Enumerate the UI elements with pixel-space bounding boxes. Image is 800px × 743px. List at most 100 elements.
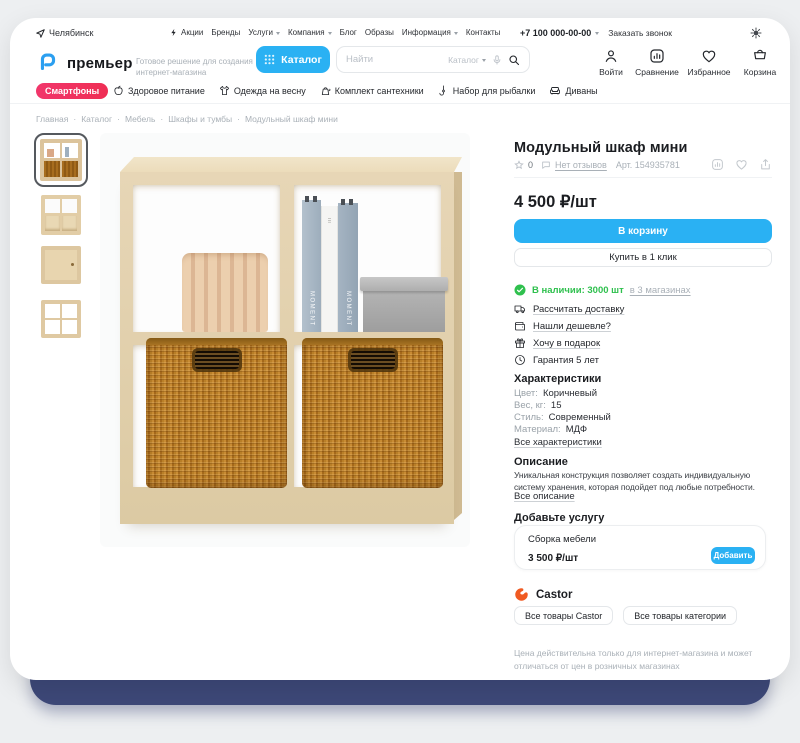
stock-status: В наличии: 3000 шт в 3 магазинах (514, 284, 772, 296)
favorites-button[interactable]: Избранное (681, 48, 737, 77)
thumbnail-1[interactable] (34, 133, 88, 187)
reviews-link[interactable]: Нет отзывов (555, 160, 607, 170)
compare-icon (649, 48, 665, 64)
city-selector[interactable]: Челябинск (36, 28, 93, 38)
nav-informaciya[interactable]: Информация (402, 28, 458, 37)
spec-row-material: Материал:МДФ (514, 424, 772, 435)
product-title: Модульный шкаф мини (514, 140, 772, 156)
specs-header: Характеристики (514, 373, 772, 385)
service-price: 3 500 ₽/шт (528, 553, 578, 564)
service-add-button[interactable]: Добавить (711, 547, 755, 564)
spec-row-color: Цвет:Коричневый (514, 388, 772, 399)
add-to-cart-button[interactable]: В корзину (514, 219, 772, 243)
sku: Арт. 154935781 (616, 160, 680, 170)
kettle-icon (320, 85, 331, 96)
service-header: Добавьте услугу (514, 512, 772, 524)
shelf-side-face (454, 172, 462, 520)
wicker-basket-right (302, 338, 443, 488)
brand-row[interactable]: Castor (514, 587, 772, 602)
wicker-basket-left (146, 338, 287, 488)
thumbnail-2[interactable] (36, 195, 86, 235)
found-cheaper-link[interactable]: Нашли дешевле? (514, 320, 772, 332)
all-category-products-button[interactable]: Все товары категории (623, 606, 737, 625)
star-icon (514, 160, 524, 170)
buy-one-click-button[interactable]: Купить в 1 клик (514, 248, 772, 267)
search-bar[interactable]: Найти Каталог (336, 46, 530, 73)
product-image[interactable]: MOMENT III MOMENT (100, 133, 470, 547)
wallet-icon (514, 320, 526, 332)
breadcrumb-cabinets[interactable]: Шкафы и тумбы (168, 114, 232, 124)
chat-bubble-icon (541, 160, 551, 170)
heart-icon (701, 48, 717, 64)
category-healthy-food[interactable]: Здоровое питание (113, 85, 205, 96)
logo-icon[interactable] (36, 50, 60, 74)
search-input[interactable]: Найти (346, 54, 442, 65)
chevron-down-icon (454, 32, 458, 35)
thumbnail-4[interactable] (36, 300, 86, 338)
gift-icon (514, 337, 526, 349)
rating-value: 0 (528, 160, 533, 170)
breadcrumb-catalog[interactable]: Каталог (81, 114, 112, 124)
breadcrumb: Главная· Каталог· Мебель· Шкафы и тумбы·… (36, 114, 338, 124)
nav-uslugi[interactable]: Услуги (248, 28, 280, 37)
nav-obrazy[interactable]: Образы (365, 28, 394, 37)
compare-icon[interactable] (711, 158, 724, 171)
tagline: Готовое решение для созданияинтернет-маг… (136, 57, 256, 78)
mic-icon[interactable] (492, 54, 502, 66)
delivery-link[interactable]: Рассчитать доставку (514, 303, 772, 315)
nav-kompaniya[interactable]: Компания (288, 28, 332, 37)
search-icon[interactable] (508, 54, 520, 66)
phone-number[interactable]: +7 100 000-00-00 (520, 28, 599, 38)
category-plumbing-kit[interactable]: Комплект сантехники (320, 85, 424, 96)
user-icon (603, 48, 619, 64)
sun-icon (750, 27, 762, 39)
compare-button[interactable]: Сравнение (629, 48, 685, 77)
call-request-link[interactable]: Заказать звонок (608, 28, 672, 38)
search-scope-dropdown[interactable]: Каталог (448, 55, 486, 65)
chevron-down-icon (595, 32, 599, 35)
top-nav: Акции Бренды Услуги Компания Блог Образы… (170, 28, 500, 37)
truck-icon (514, 303, 526, 315)
catalog-button[interactable]: Каталог (256, 46, 330, 73)
category-sofas[interactable]: Диваны (549, 85, 597, 97)
breadcrumb-home[interactable]: Главная (36, 114, 68, 124)
all-description-link[interactable]: Все описание (514, 491, 772, 502)
service-card: Сборка мебели 3 500 ₽/шт Добавить (514, 525, 766, 570)
share-icon[interactable] (759, 158, 772, 171)
nav-akcii[interactable]: Акции (170, 28, 203, 37)
apple-icon (113, 85, 124, 96)
pleated-box (182, 253, 268, 332)
fishing-icon (438, 85, 449, 96)
brand-logo-icon (514, 587, 529, 602)
shelf-top-face (120, 157, 462, 172)
all-brand-products-button[interactable]: Все товары Castor (514, 606, 613, 625)
nav-brendy[interactable]: Бренды (211, 28, 240, 37)
logo-text[interactable]: премьер (67, 55, 133, 72)
chevron-down-icon (328, 32, 332, 35)
thumbnail-3[interactable] (36, 246, 86, 284)
grid-icon (264, 54, 275, 65)
stores-link[interactable]: в 3 магазинах (630, 285, 691, 296)
gift-link[interactable]: Хочу в подарок (514, 337, 772, 349)
book-spine-middle: III (321, 206, 338, 332)
product-price: 4 500 ₽/шт (514, 192, 772, 212)
location-icon (36, 29, 45, 38)
nav-kontakty[interactable]: Контакты (466, 28, 501, 37)
service-name: Сборка мебели (528, 534, 596, 545)
heart-icon[interactable] (735, 158, 748, 171)
chevron-down-icon (482, 59, 486, 62)
theme-toggle[interactable] (750, 27, 762, 39)
cart-button[interactable]: Корзина (732, 48, 788, 77)
category-spring-clothes[interactable]: Одежда на весну (219, 85, 306, 96)
breadcrumb-furniture[interactable]: Мебель (125, 114, 155, 124)
header-divider (10, 103, 790, 104)
brand-buttons: Все товары Castor Все товары категории (514, 606, 772, 625)
chevron-down-icon (276, 32, 280, 35)
divider (514, 177, 772, 178)
quick-categories: Здоровое питание Одежда на весну Комплек… (113, 82, 598, 99)
nav-blog[interactable]: Блог (340, 28, 357, 37)
warranty-label: Гарантия 5 лет (514, 354, 772, 366)
all-specs-link[interactable]: Все характеристики (514, 437, 772, 448)
category-fishing-kit[interactable]: Набор для рыбалки (438, 85, 536, 96)
category-pill-smartphones[interactable]: Смартфоны (36, 83, 108, 99)
